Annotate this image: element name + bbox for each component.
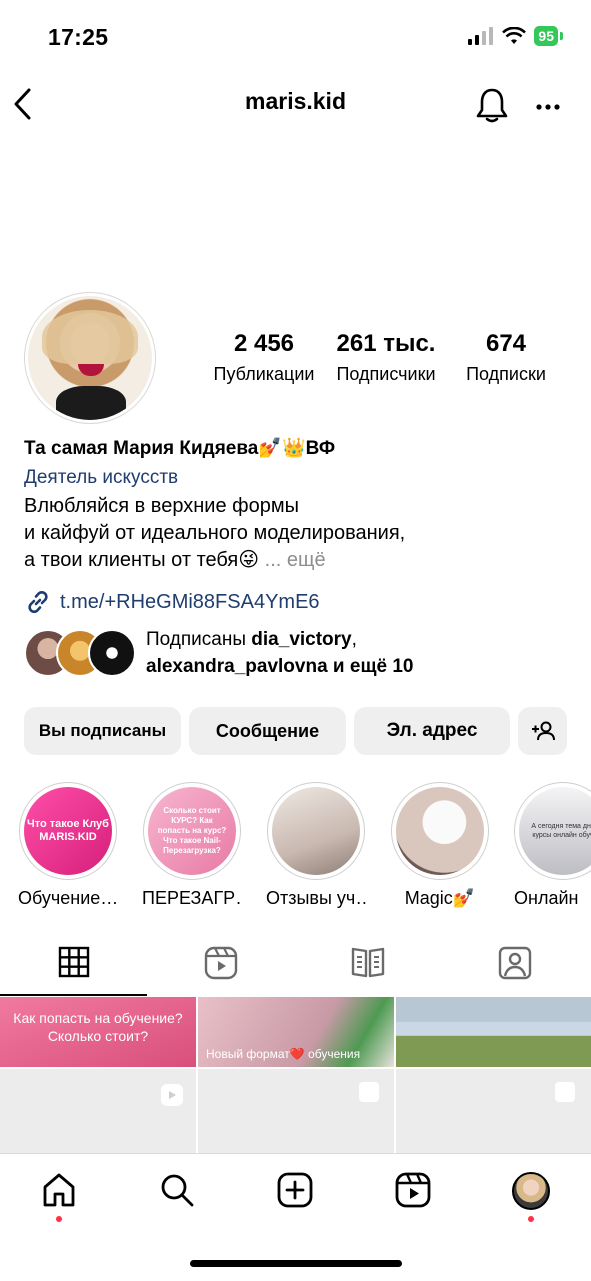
following-button[interactable]: Вы подписаны [24, 707, 181, 755]
followed-by[interactable]: Подписаны dia_victory, alexandra_pavlovn… [24, 626, 413, 680]
highlight-label: Отзывы уч… [266, 888, 366, 908]
followed-by-user[interactable]: dia_victory [251, 629, 351, 650]
notification-dot [56, 1216, 62, 1222]
nav-reels[interactable] [382, 1172, 444, 1208]
home-icon [43, 1173, 75, 1207]
tab-posts-grid[interactable] [0, 946, 147, 978]
battery-icon [560, 32, 563, 40]
bio-line: и кайфуй от идеального моделирования, [24, 522, 406, 544]
highlight-cover [272, 787, 360, 875]
grid-post-placeholder[interactable] [0, 1069, 196, 1153]
bio-more-link[interactable]: ... ещё [265, 549, 326, 571]
guides-book-icon [351, 947, 384, 978]
cellular-signal-icon [468, 27, 494, 45]
highlight-cover [396, 787, 484, 875]
story-highlight[interactable]: Отзывы уч… [266, 782, 366, 909]
profile-link-text: t.me/+RHeGMi88FSA4YmE6 [60, 590, 320, 613]
bio-line: Влюбляйся в верхние формы [24, 495, 299, 517]
nav-create[interactable] [264, 1172, 326, 1208]
home-indicator [190, 1260, 402, 1267]
notifications-button[interactable] [474, 86, 510, 129]
profile-full-name: Та самая Мария Кидяева💅👑ВФ [24, 438, 336, 459]
grid-post-placeholder[interactable] [396, 1069, 591, 1153]
highlight-cover: Сколько стоит КУРС? Как попасть на курс?… [148, 787, 236, 875]
follower-avatar [88, 629, 136, 677]
active-tab-indicator [0, 994, 147, 996]
reels-icon [395, 1172, 431, 1208]
grid-post-placeholder[interactable] [198, 1069, 394, 1153]
story-highlight[interactable]: Magic💅 [390, 782, 490, 909]
status-icons: 95 [468, 26, 563, 46]
multiple-posts-icon [555, 1082, 575, 1102]
followers-stat[interactable]: 261 тыс. Подписчики [326, 330, 446, 385]
posts-count: 2 456 [233, 330, 295, 357]
highlight-label: ПЕРЕЗАГР… [142, 888, 242, 908]
highlight-label: Magic💅 [404, 888, 476, 908]
nav-home[interactable] [28, 1172, 90, 1222]
following-stat[interactable]: 674 Подписки [450, 330, 562, 385]
following-label: Подписки [466, 364, 546, 384]
grid-post[interactable]: Новый формат❤️ обучения [198, 997, 394, 1067]
post-caption: Как попасть на обучение? Сколько стоит? [13, 1010, 183, 1044]
bell-icon [476, 88, 508, 123]
multiple-posts-icon [359, 1082, 379, 1102]
profile-category[interactable]: Деятель искусств [24, 467, 178, 489]
posts-stat[interactable]: 2 456 Публикации [204, 330, 324, 385]
battery-level: 95 [534, 26, 558, 46]
message-button[interactable]: Сообщение [189, 707, 346, 755]
tab-tagged[interactable] [441, 946, 588, 980]
suggest-people-button[interactable] [518, 707, 567, 755]
wifi-icon [502, 27, 527, 44]
grid-icon [58, 946, 89, 978]
followed-by-user[interactable]: alexandra_pavlovna [146, 656, 328, 677]
nav-profile[interactable] [500, 1172, 562, 1222]
story-highlight[interactable]: Что такое Клуб MARIS.KID Обучение… [18, 782, 118, 909]
add-person-icon [531, 721, 555, 741]
followed-by-text: Подписаны dia_victory, alexandra_pavlovn… [146, 626, 413, 680]
status-time: 17:25 [48, 24, 109, 50]
tab-guides[interactable] [294, 946, 441, 978]
link-icon [28, 590, 48, 614]
highlight-label: Онлайн [514, 888, 579, 908]
tab-reels[interactable] [147, 946, 294, 980]
nav-search[interactable] [146, 1172, 208, 1208]
plus-square-icon [277, 1172, 313, 1208]
profile-link[interactable]: t.me/+RHeGMi88FSA4YmE6 [24, 588, 320, 616]
story-highlight[interactable]: А сегодня тема дня курсы онлайн обуч Онл… [514, 782, 591, 909]
more-horizontal-icon [536, 104, 560, 110]
email-button[interactable]: Эл. адрес [354, 707, 510, 755]
followed-by-suffix: и ещё 10 [327, 656, 414, 677]
posts-label: Публикации [213, 364, 315, 384]
search-icon [161, 1174, 194, 1207]
followers-count: 261 тыс. [336, 330, 436, 357]
followers-label: Подписчики [336, 364, 436, 384]
followed-by-separator: , [351, 629, 357, 650]
highlight-cover: Что такое Клуб MARIS.KID [24, 787, 112, 875]
grid-post[interactable]: Как попасть на обучение? Сколько стоит? [0, 997, 196, 1067]
followed-by-prefix: Подписаны [146, 629, 252, 650]
story-highlight[interactable]: Сколько стоит КУРС? Как попасть на курс?… [142, 782, 242, 909]
notification-dot [528, 1216, 534, 1222]
profile-avatar[interactable] [24, 292, 156, 424]
profile-avatar-tab [512, 1172, 550, 1210]
post-caption: Новый формат❤️ обучения [206, 1047, 361, 1061]
tagged-person-icon [498, 946, 531, 980]
bio-line: а твои клиенты от тебя😜 [24, 549, 260, 571]
following-count: 674 [485, 330, 527, 357]
reel-indicator-icon [161, 1084, 183, 1106]
more-options-button[interactable] [535, 98, 561, 116]
reels-icon [204, 946, 237, 980]
profile-bio[interactable]: Влюбляйся в верхние формы и кайфуй от ид… [24, 493, 564, 574]
grid-post[interactable] [396, 997, 591, 1067]
highlight-label: Обучение… [18, 888, 118, 908]
highlight-cover: А сегодня тема дня курсы онлайн обуч [519, 787, 591, 875]
avatar-photo [28, 296, 152, 420]
